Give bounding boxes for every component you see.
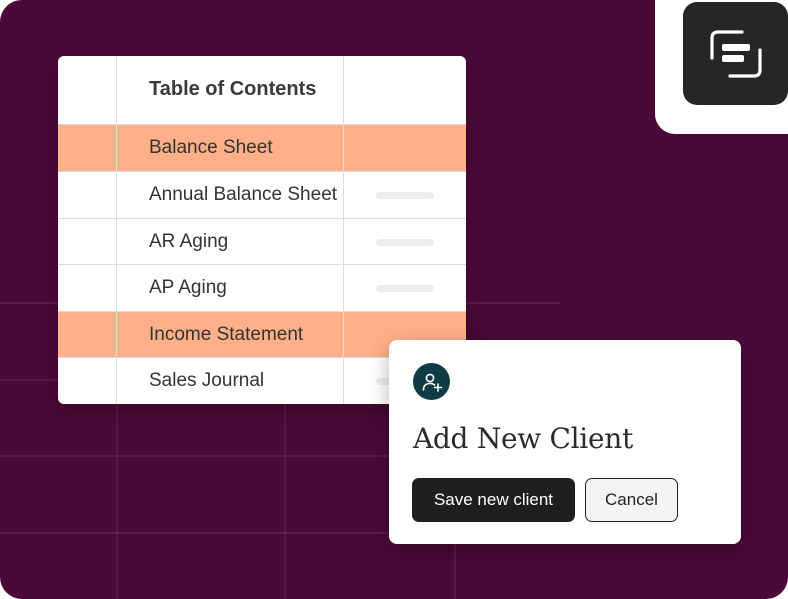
toc-row-label: Income Statement — [149, 324, 304, 345]
placeholder-bar — [376, 239, 434, 246]
toc-row-ap-aging[interactable]: AP Aging — [58, 264, 466, 311]
toc-row-label: Balance Sheet — [149, 137, 273, 158]
dialog-title: Add New Client — [413, 422, 633, 455]
toc-row-label: AR Aging — [149, 231, 229, 252]
toc-row-ar-aging[interactable]: AR Aging — [58, 218, 466, 265]
placeholder-bar — [376, 192, 434, 199]
toc-row-label: Sales Journal — [149, 370, 265, 391]
column-divider — [343, 56, 344, 404]
save-client-button[interactable]: Save new client — [412, 478, 575, 522]
toc-row-annual-balance-sheet[interactable]: Annual Balance Sheet — [58, 171, 466, 218]
toc-title: Table of Contents — [149, 78, 317, 100]
toc-row-label: Annual Balance Sheet — [149, 184, 338, 205]
app-logo[interactable] — [683, 2, 788, 105]
toc-row-balance-sheet[interactable]: Balance Sheet — [58, 124, 466, 171]
column-divider — [116, 56, 117, 404]
add-client-dialog: Add New Client Save new client Cancel — [389, 340, 741, 544]
toc-row-label: AP Aging — [149, 277, 227, 298]
toc-header: Table of Contents — [58, 56, 466, 124]
app-logo-icon — [709, 29, 762, 78]
cancel-button[interactable]: Cancel — [585, 478, 678, 522]
add-user-icon — [413, 363, 450, 400]
placeholder-bar — [376, 285, 434, 292]
